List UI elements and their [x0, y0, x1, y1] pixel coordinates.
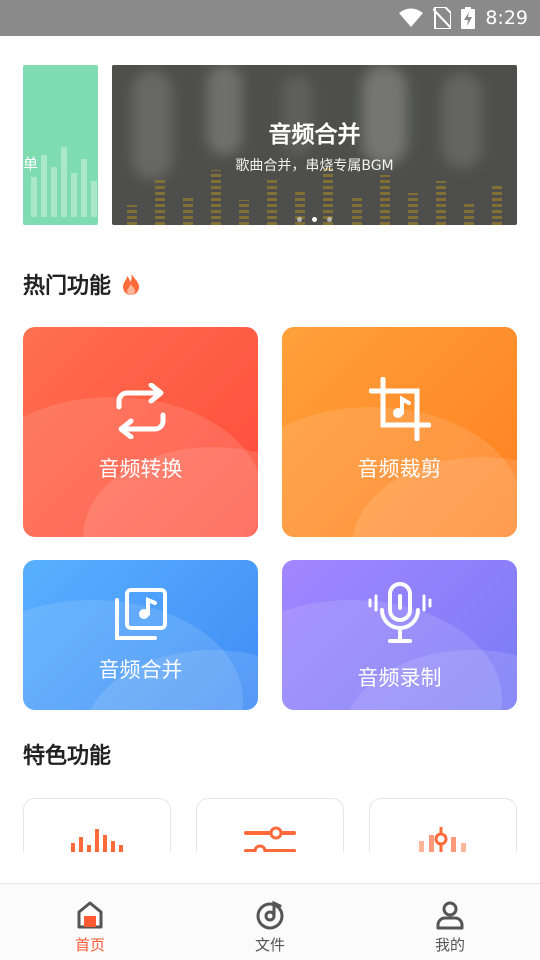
audio-merge-card[interactable]: 音频合并 [23, 560, 258, 710]
equalizer-decoration [31, 147, 97, 217]
nav-label-files: 文件 [254, 936, 285, 954]
disc-icon [256, 900, 284, 930]
home-icon [77, 901, 103, 929]
banner-carousel[interactable]: 单 音频合并 歌曲合并，串烧专属BGM [23, 65, 517, 225]
sliders-icon [244, 826, 296, 855]
banner-slide-current[interactable]: 音频合并 歌曲合并，串烧专属BGM [112, 65, 517, 225]
battery-charging-icon [461, 7, 476, 29]
equalizer-bars-icon [71, 829, 123, 855]
special-features-heading: 特色功能 [23, 738, 111, 770]
special-features-title: 特色功能 [23, 744, 112, 769]
banner-subtitle: 歌曲合并，串烧专属BGM [235, 158, 394, 174]
carousel-dot-active [312, 217, 317, 222]
wifi-icon [399, 8, 424, 27]
banner-title: 音频合并 [268, 122, 361, 148]
audio-trim-label: 音频裁剪 [357, 457, 442, 481]
repeat-icon [116, 383, 165, 439]
audio-trim-card[interactable]: 音频裁剪 [282, 327, 517, 537]
carousel-dot [297, 217, 302, 222]
carousel-dot [327, 217, 332, 222]
nav-label-home: 首页 [74, 936, 105, 954]
mixer-icon [419, 827, 466, 855]
user-icon [436, 901, 464, 930]
nav-label-profile: 我的 [434, 936, 465, 954]
hot-features-heading: 热门功能 [23, 268, 141, 300]
bottom-navigation: 首页 文件 我的 [0, 883, 540, 960]
nav-item-files[interactable]: 文件 [180, 884, 360, 960]
clock: 8:29 [485, 7, 528, 29]
hot-features-title: 热门功能 [23, 274, 112, 299]
music-library-icon [114, 588, 167, 640]
banner-slide-previous[interactable]: 单 [23, 65, 98, 225]
audio-record-card[interactable]: 音频录制 [282, 560, 517, 710]
audio-merge-label: 音频合并 [98, 658, 183, 682]
status-bar: 8:29 [0, 0, 540, 36]
carousel-indicator [112, 217, 517, 222]
audio-convert-label: 音频转换 [98, 457, 183, 481]
flame-icon [123, 273, 140, 295]
microphone-icon [368, 582, 431, 643]
nav-item-profile[interactable]: 我的 [360, 884, 540, 960]
audio-record-label: 音频录制 [357, 666, 442, 690]
nav-item-home[interactable]: 首页 [0, 884, 180, 960]
no-sim-icon [433, 7, 452, 29]
crop-music-icon [368, 377, 431, 441]
audio-convert-card[interactable]: 音频转换 [23, 327, 258, 537]
